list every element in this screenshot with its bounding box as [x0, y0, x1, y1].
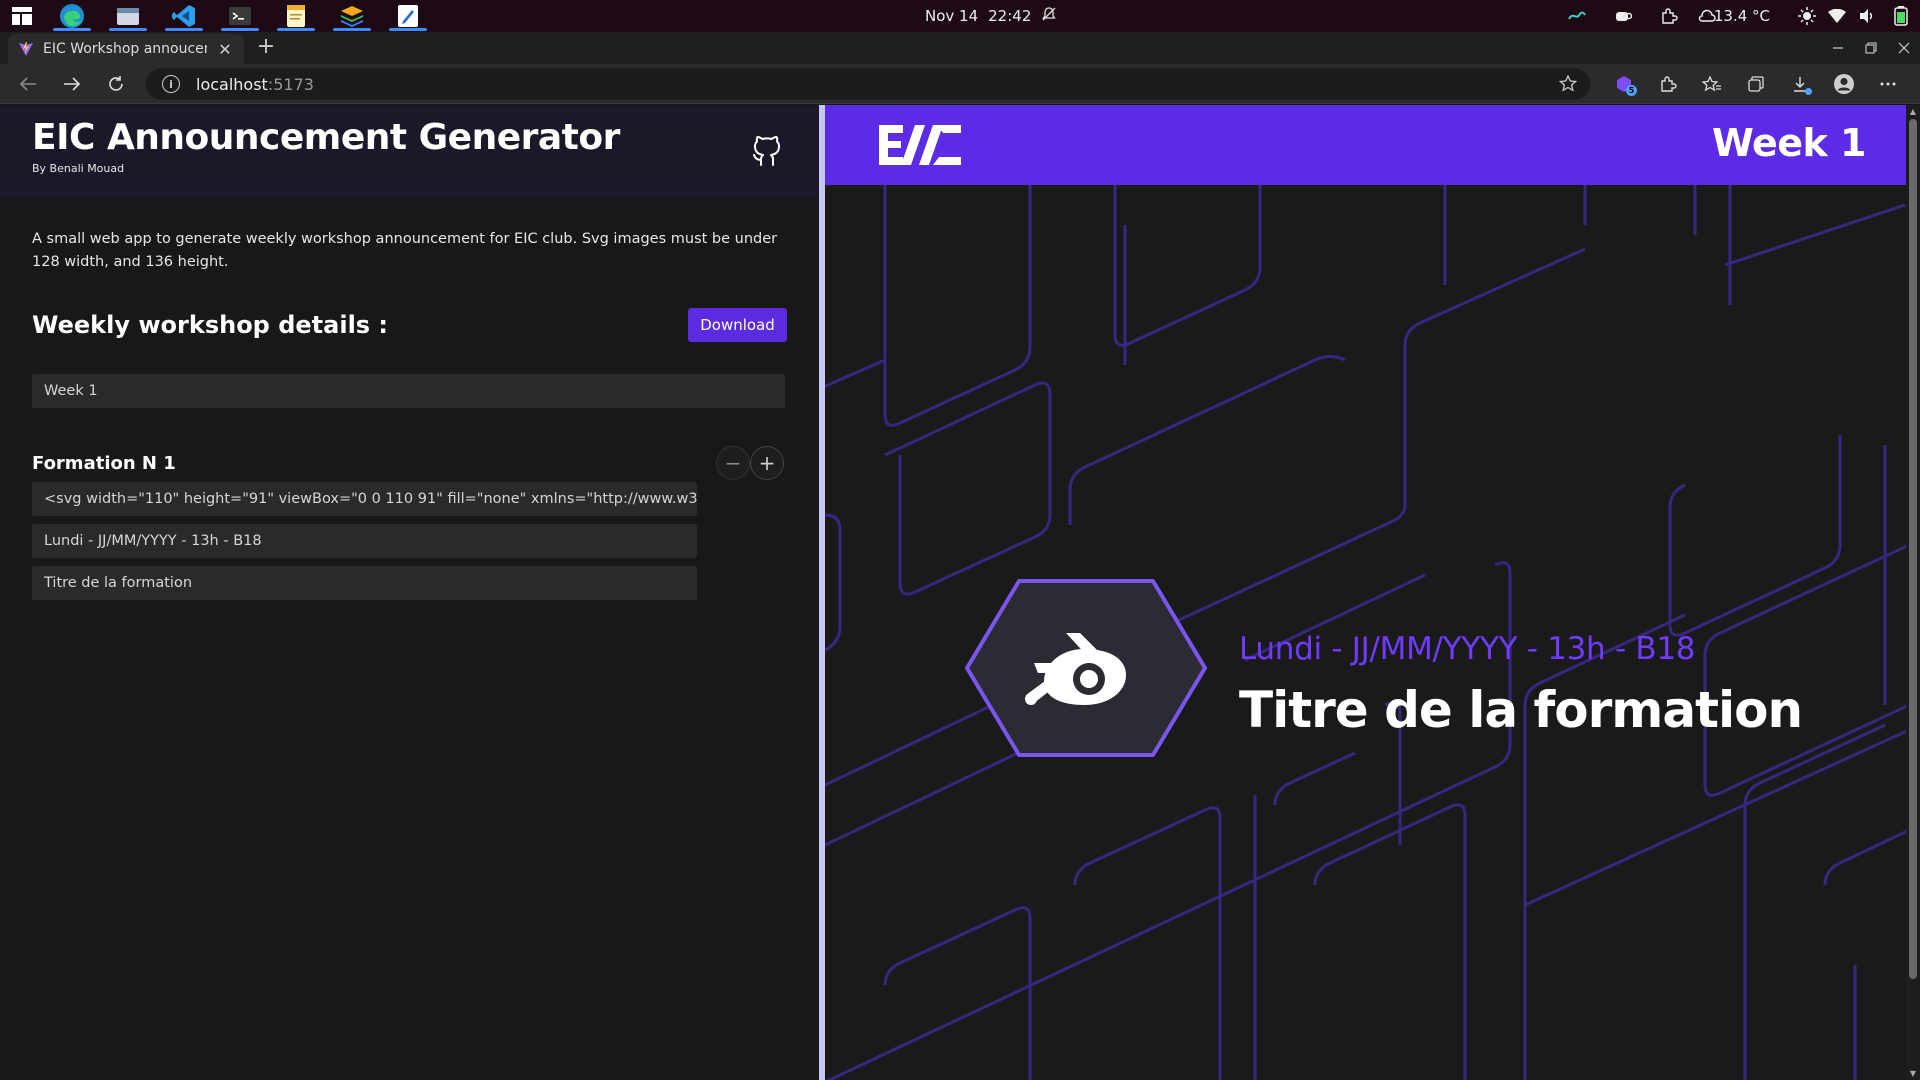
formation-stepper: − + — [716, 446, 784, 480]
minimize-window-icon[interactable] — [1821, 32, 1854, 64]
svg-code-input[interactable]: <svg width="110" height="91" viewBox="0 … — [32, 482, 697, 516]
extension-tray-icon[interactable] — [1646, 0, 1692, 32]
coffee-icon[interactable] — [1600, 0, 1646, 32]
favorites-icon[interactable] — [1690, 68, 1734, 100]
author-byline: By Benali Mouad — [32, 162, 125, 175]
page-content: EIC Announcement Generator By Benali Mou… — [0, 105, 1920, 1080]
page-title: EIC Announcement Generator — [32, 117, 620, 158]
downloads-icon[interactable] — [1778, 68, 1822, 100]
os-top-bar: Nov 14 22:42 13.4 °C — [0, 0, 1920, 32]
new-tab-button[interactable]: + — [254, 36, 278, 60]
add-formation-button[interactable]: + — [750, 446, 784, 480]
profile-avatar-icon[interactable] — [1822, 68, 1866, 100]
tab-title: EIC Workshop annoucem — [43, 41, 207, 57]
address-bar[interactable]: i localhost:5173 — [146, 68, 1590, 100]
browser-tab[interactable]: EIC Workshop annoucem ✕ — [8, 34, 244, 64]
download-dot — [1805, 88, 1812, 95]
date-input[interactable]: Lundi - JJ/MM/YYYY - 13h - B18 — [32, 524, 697, 558]
formation-title: Formation N 1 — [32, 452, 176, 474]
extension-badge: 5 — [1626, 85, 1637, 96]
preview-scrollbar[interactable]: ▲ ▼ — [1906, 105, 1920, 1080]
formation-name-input[interactable]: Titre de la formation — [32, 566, 697, 600]
time-text: 22:42 — [988, 7, 1032, 25]
formation-hexagon — [965, 579, 1207, 757]
preview-date: Lundi - JJ/MM/YYYY - 13h - B18 — [1239, 631, 1696, 667]
forward-icon[interactable] — [58, 70, 86, 98]
collections-icon[interactable] — [1734, 68, 1778, 100]
download-button[interactable]: Download — [688, 308, 787, 342]
add-favorite-icon[interactable] — [1558, 74, 1578, 94]
wave-app-icon[interactable] — [1554, 0, 1600, 32]
restore-window-icon[interactable] — [1854, 32, 1887, 64]
scroll-up-icon[interactable]: ▲ — [1908, 107, 1918, 116]
section-title: Weekly workshop details : — [32, 311, 389, 339]
date-text: Nov 14 — [925, 7, 979, 25]
extension-hex-icon[interactable]: 5 — [1602, 68, 1646, 100]
notification-off-icon[interactable] — [1041, 6, 1057, 26]
editor-panel: EIC Announcement Generator By Benali Mou… — [0, 105, 819, 1080]
preview-formation-title: Titre de la formation — [1239, 681, 1803, 739]
files-icon[interactable] — [100, 0, 156, 32]
notes-icon[interactable] — [268, 0, 324, 32]
editor-icon[interactable] — [380, 0, 436, 32]
preview-header: Week 1 — [825, 105, 1920, 185]
app-description: A small web app to generate weekly works… — [32, 231, 778, 270]
scroll-down-icon[interactable]: ▼ — [1908, 1069, 1918, 1078]
week-input[interactable]: Week 1 — [32, 374, 785, 408]
reload-icon[interactable] — [102, 70, 130, 98]
apps-grid-icon[interactable] — [0, 0, 44, 32]
layers-icon[interactable] — [324, 0, 380, 32]
terminal-icon[interactable] — [212, 0, 268, 32]
vscode-icon[interactable] — [156, 0, 212, 32]
back-icon[interactable] — [14, 70, 42, 98]
extensions-icon[interactable] — [1646, 68, 1690, 100]
edge-icon[interactable] — [44, 0, 100, 32]
vite-favicon-icon — [19, 42, 33, 56]
battery-icon[interactable] — [1882, 0, 1920, 32]
browser-toolbar: i localhost:5173 5 — [0, 64, 1920, 104]
tab-strip: EIC Workshop annoucem ✕ + — [0, 32, 1920, 64]
preview-week: Week 1 — [1711, 121, 1867, 165]
close-tab-icon[interactable]: ✕ — [216, 40, 234, 59]
github-icon[interactable] — [747, 131, 787, 171]
close-window-icon[interactable] — [1887, 32, 1920, 64]
remove-formation-button[interactable]: − — [716, 446, 750, 480]
announcement-preview: Week 1 Lundi - JJ/MM/YYYY - 13h - B18 Ti… — [825, 105, 1920, 1080]
brightness-icon[interactable] — [1792, 0, 1822, 32]
temperature-text: 13.4 °C — [1713, 7, 1770, 25]
clock[interactable]: Nov 14 22:42 — [925, 0, 1057, 32]
more-menu-icon[interactable] — [1866, 68, 1910, 100]
site-info-icon[interactable]: i — [162, 75, 180, 93]
eic-logo-icon — [879, 125, 961, 165]
url-text: localhost:5173 — [196, 74, 314, 94]
volume-icon[interactable] — [1852, 0, 1882, 32]
wifi-icon[interactable] — [1822, 0, 1852, 32]
scrollbar-thumb[interactable] — [1909, 119, 1917, 979]
app-header: EIC Announcement Generator By Benali Mou… — [0, 105, 819, 198]
